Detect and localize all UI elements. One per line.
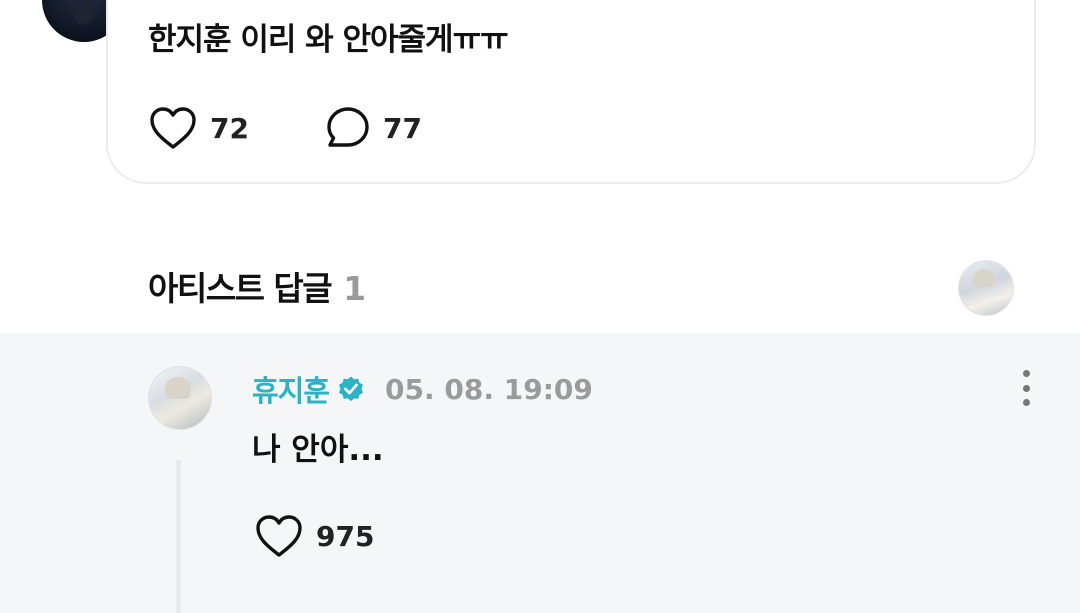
- reply-meta: 휴지훈 05. 08. 19:09: [252, 368, 593, 410]
- reply-author-name[interactable]: 휴지훈: [252, 368, 330, 410]
- post-comment-button[interactable]: 77: [325, 105, 422, 151]
- post-like-button[interactable]: 72: [148, 105, 249, 151]
- avatar-silhouette: [74, 0, 92, 24]
- speech-bubble-icon: [327, 107, 369, 147]
- heart-outline-icon: [256, 515, 302, 557]
- avatar-hair: [973, 269, 995, 287]
- post-actions: 72 77: [148, 104, 422, 152]
- post-like-count: 72: [210, 111, 249, 145]
- reply-text: 나 안아...: [252, 432, 384, 468]
- reply-author-avatar[interactable]: [148, 366, 212, 430]
- reply-actions: 975: [254, 512, 374, 560]
- more-options-button[interactable]: [1016, 370, 1036, 406]
- artist-replies-header: 아티스트 답글 1: [148, 262, 366, 310]
- reply-timestamp: 05. 08. 19:09: [385, 372, 593, 406]
- more-dot: [1022, 399, 1030, 406]
- reply-like-button[interactable]: 975: [254, 513, 374, 559]
- artist-avatar[interactable]: [958, 260, 1014, 316]
- post-comment-count: 77: [382, 111, 422, 145]
- avatar-hair: [165, 377, 191, 399]
- more-dot: [1022, 384, 1030, 392]
- artist-replies-count: 1: [343, 269, 367, 308]
- post-text: 한지훈 이리 와 안아줄게ㅠㅠ: [148, 22, 509, 58]
- verified-badge-icon: [339, 376, 364, 402]
- more-vertical-icon: [1022, 370, 1030, 377]
- artist-replies-title: 아티스트 답글: [148, 269, 333, 308]
- reply-like-count: 975: [316, 519, 375, 553]
- heart-outline-icon: [150, 107, 196, 149]
- thread-line: [176, 460, 181, 613]
